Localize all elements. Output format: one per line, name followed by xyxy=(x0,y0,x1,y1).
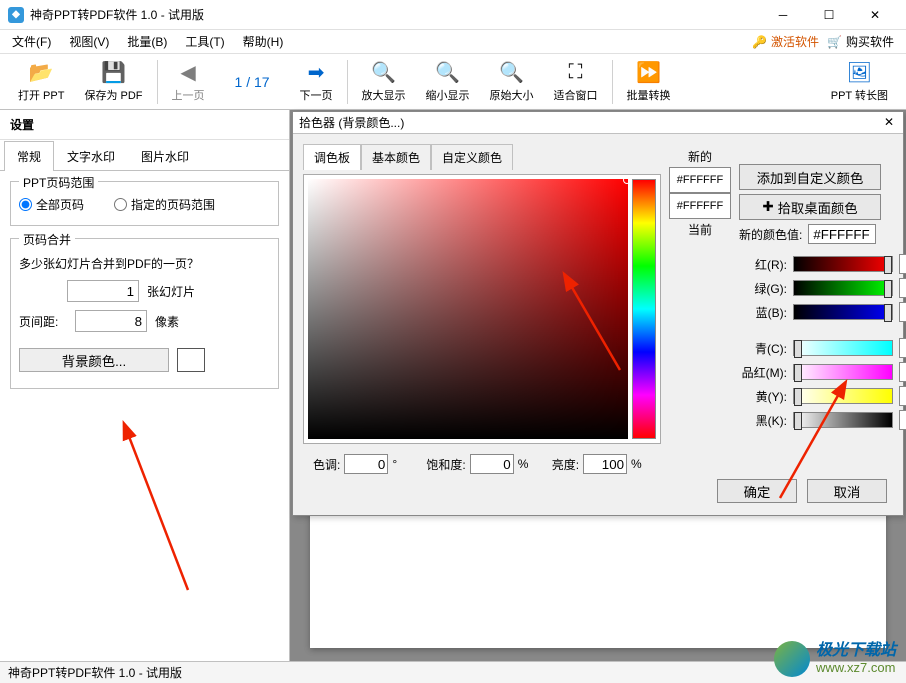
open-ppt-button[interactable]: 📂 打开 PPT xyxy=(8,56,74,108)
magenta-input[interactable] xyxy=(899,362,906,382)
separator xyxy=(612,60,613,104)
arrow-left-icon: ◀ xyxy=(176,61,200,85)
minimize-button[interactable]: ─ xyxy=(760,0,806,30)
blue-slider[interactable] xyxy=(793,304,893,320)
zoom-reset-button[interactable]: 🔍 原始大小 xyxy=(480,56,544,108)
color-picker-dialog: 拾色器 (背景颜色...) ✕ 调色板 基本颜色 自定义颜色 色调: xyxy=(292,111,904,516)
menu-help[interactable]: 帮助(H) xyxy=(235,31,292,52)
background-color-button[interactable]: 背景颜色... xyxy=(19,348,169,372)
page-gap-input[interactable] xyxy=(75,310,147,332)
page-indicator: 1 / 17 xyxy=(215,74,290,90)
green-slider[interactable] xyxy=(793,280,893,296)
status-text: 神奇PPT转PDF软件 1.0 - 试用版 xyxy=(8,664,182,681)
tab-custom-colors[interactable]: 自定义颜色 xyxy=(431,144,513,170)
key-icon: 🔑 xyxy=(752,35,767,49)
site-logo-icon xyxy=(774,641,810,677)
page-merge-group-title: 页码合并 xyxy=(19,231,75,248)
new-color-swatch[interactable]: #FFFFFF xyxy=(669,167,731,193)
zoom-out-icon: 🔍 xyxy=(436,61,460,85)
hex-value-input[interactable] xyxy=(808,224,876,244)
separator xyxy=(157,60,158,104)
merge-question: 多少张幻灯片合并到PDF的一页？ xyxy=(19,255,270,272)
green-input[interactable] xyxy=(899,278,906,298)
yellow-slider[interactable] xyxy=(793,388,893,404)
zoom-out-button[interactable]: 🔍 缩小显示 xyxy=(416,56,480,108)
color-cursor-icon xyxy=(623,176,631,184)
save-icon: 💾 xyxy=(101,61,125,85)
cancel-button[interactable]: 取消 xyxy=(807,479,887,503)
preview-page xyxy=(310,508,886,648)
arrow-right-icon: ➡ xyxy=(304,61,328,85)
degree-icon: ° xyxy=(392,457,406,471)
black-input[interactable] xyxy=(899,410,906,430)
batch-convert-button[interactable]: ⏩ 批量转换 xyxy=(617,56,681,108)
brightness-input[interactable] xyxy=(583,454,627,474)
cyan-slider[interactable] xyxy=(793,340,893,356)
batch-icon: ⏩ xyxy=(637,61,661,85)
app-icon: ◆ xyxy=(8,7,24,23)
color-field[interactable] xyxy=(308,179,628,439)
red-slider[interactable] xyxy=(793,256,893,272)
site-watermark: 极光下载站 www.xz7.com xyxy=(774,641,896,677)
slides-per-page-input[interactable] xyxy=(67,280,139,302)
settings-header: 设置 xyxy=(0,110,289,140)
zoom-in-button[interactable]: 🔍 放大显示 xyxy=(352,56,416,108)
dialog-close-button[interactable]: ✕ xyxy=(881,115,897,131)
buy-link[interactable]: 🛒 购买软件 xyxy=(827,33,894,50)
folder-open-icon: 📂 xyxy=(29,61,53,85)
ppt-to-long-button[interactable]: 🖼 PPT 转长图 xyxy=(821,56,898,108)
menu-view[interactable]: 视图(V) xyxy=(61,31,117,52)
maximize-button[interactable]: ☐ xyxy=(806,0,852,30)
hue-slider[interactable] xyxy=(632,179,656,439)
zoom-reset-icon: 🔍 xyxy=(500,61,524,85)
long-image-icon: 🖼 xyxy=(847,61,871,85)
current-color-swatch[interactable]: #FFFFFF xyxy=(669,193,731,219)
pick-screen-color-button[interactable]: ✚ 拾取桌面颜色 xyxy=(739,194,881,220)
red-input[interactable] xyxy=(899,254,906,274)
window-close-button[interactable]: ✕ xyxy=(852,0,898,30)
menu-tools[interactable]: 工具(T) xyxy=(177,31,232,52)
blue-input[interactable] xyxy=(899,302,906,322)
fit-window-button[interactable]: ⛶ 适合窗口 xyxy=(544,56,608,108)
tab-palette[interactable]: 调色板 xyxy=(303,144,361,170)
radio-all-pages[interactable]: 全部页码 xyxy=(19,196,84,213)
tab-basic-colors[interactable]: 基本颜色 xyxy=(361,144,431,170)
zoom-in-icon: 🔍 xyxy=(372,61,396,85)
black-slider[interactable] xyxy=(793,412,893,428)
add-custom-color-button[interactable]: 添加到自定义颜色 xyxy=(739,164,881,190)
cart-icon: 🛒 xyxy=(827,35,842,49)
next-page-button[interactable]: ➡ 下一页 xyxy=(290,56,343,108)
prev-page-button[interactable]: ◀ 上一页 xyxy=(162,56,215,108)
ok-button[interactable]: 确定 xyxy=(717,479,797,503)
radio-custom-range[interactable]: 指定的页码范围 xyxy=(114,196,215,213)
save-pdf-button[interactable]: 💾 保存为 PDF xyxy=(74,56,152,108)
page-range-group-title: PPT页码范围 xyxy=(19,174,98,191)
magenta-slider[interactable] xyxy=(793,364,893,380)
activate-link[interactable]: 🔑 激活软件 xyxy=(752,33,819,50)
hue-input[interactable] xyxy=(344,454,388,474)
crosshair-icon: ✚ xyxy=(762,199,773,215)
separator xyxy=(347,60,348,104)
menu-file[interactable]: 文件(F) xyxy=(4,31,59,52)
yellow-input[interactable] xyxy=(899,386,906,406)
dialog-title: 拾色器 (背景颜色...) xyxy=(299,114,404,131)
tab-general[interactable]: 常规 xyxy=(4,141,54,171)
saturation-input[interactable] xyxy=(470,454,514,474)
menu-batch[interactable]: 批量(B) xyxy=(119,31,175,52)
cyan-input[interactable] xyxy=(899,338,906,358)
window-title: 神奇PPT转PDF软件 1.0 - 试用版 xyxy=(30,6,760,23)
tab-image-watermark[interactable]: 图片水印 xyxy=(128,141,202,171)
background-color-swatch xyxy=(177,348,205,372)
fit-icon: ⛶ xyxy=(564,61,588,85)
tab-text-watermark[interactable]: 文字水印 xyxy=(54,141,128,171)
